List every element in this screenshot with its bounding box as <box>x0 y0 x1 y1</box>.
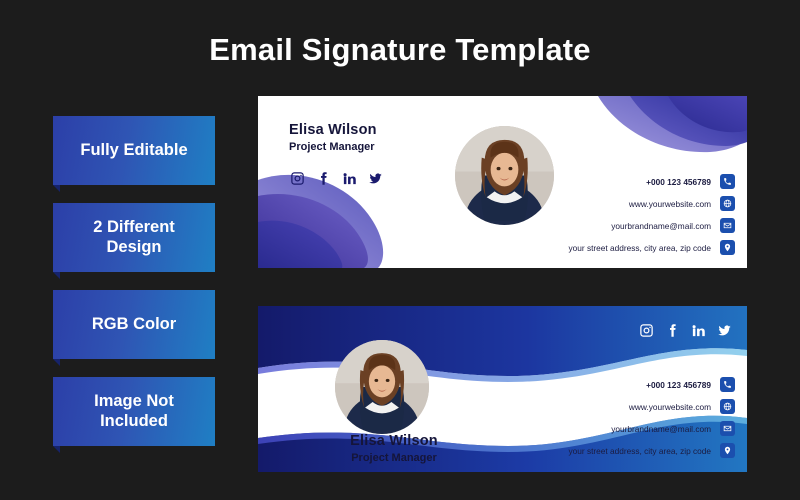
contact-website-text: www.yourwebsite.com <box>628 198 711 209</box>
contact-row-website: www.yourwebsite.com <box>569 196 735 211</box>
instagram-icon[interactable] <box>638 322 655 339</box>
contact-list: +000 123 456789 www.yourwebsite.com your… <box>568 174 735 262</box>
avatar-photo <box>455 126 554 225</box>
location-icon[interactable] <box>720 443 735 458</box>
globe-icon[interactable] <box>720 196 735 211</box>
instagram-icon[interactable] <box>289 170 306 187</box>
feature-badge-two-designs: 2 Different Design <box>53 203 215 279</box>
contact-email-text: yourbrandname@mail.com <box>611 423 711 434</box>
contact-address-text: your street address, city area, zip code <box>568 445 712 456</box>
twitter-icon[interactable] <box>716 322 733 339</box>
page-title: Email Signature Template <box>209 32 591 67</box>
avatar-photo <box>335 340 429 434</box>
mail-icon[interactable] <box>720 421 735 436</box>
facebook-icon[interactable] <box>664 322 681 339</box>
feature-badge-fully-editable: Fully Editable <box>53 116 215 192</box>
contact-row-email: yourbrandname@mail.com <box>569 421 735 436</box>
signature-name: Elisa Wilson <box>350 433 438 449</box>
signature-role: Project Manager <box>351 452 437 464</box>
feature-badge-image-not-included: Image Not Included <box>53 377 215 453</box>
badge-label: 2 Different Design <box>93 218 175 256</box>
facebook-icon[interactable] <box>315 170 332 187</box>
contact-row-address: your street address, city area, zip code <box>568 443 735 458</box>
contact-row-phone: +000 123 456789 <box>569 377 735 392</box>
contact-row-email: yourbrandname@mail.com <box>569 218 735 233</box>
mail-icon[interactable] <box>720 218 735 233</box>
phone-icon[interactable] <box>720 377 735 392</box>
globe-icon[interactable] <box>720 399 735 414</box>
contact-list: +000 123 456789 www.yourwebsite.com your… <box>568 377 735 465</box>
badge-label: RGB Color <box>91 314 177 333</box>
badge-label: Fully Editable <box>80 140 188 159</box>
social-links-row <box>289 170 384 187</box>
contact-phone-text: +000 123 456789 <box>646 176 711 187</box>
social-links-row <box>638 322 733 339</box>
contact-phone-text: +000 123 456789 <box>646 379 711 390</box>
linkedin-icon[interactable] <box>341 170 358 187</box>
contact-website-text: www.yourwebsite.com <box>628 401 711 412</box>
feature-badge-rgb-color: RGB Color <box>53 290 215 366</box>
signature-name: Elisa Wilson <box>289 122 377 138</box>
poster-root: Email Signature Template Fully Editable … <box>0 0 800 500</box>
avatar <box>335 340 429 434</box>
location-icon[interactable] <box>720 240 735 255</box>
avatar <box>455 126 554 225</box>
contact-address-text: your street address, city area, zip code <box>568 242 712 253</box>
badge-label: Image Not Included <box>94 392 174 430</box>
signature-card-design-1: Elisa Wilson Project Manager +000 123 45… <box>258 96 747 268</box>
contact-row-address: your street address, city area, zip code <box>568 240 735 255</box>
contact-email-text: yourbrandname@mail.com <box>611 220 711 231</box>
contact-row-phone: +000 123 456789 <box>569 174 735 189</box>
phone-icon[interactable] <box>720 174 735 189</box>
feature-badge-list: Fully Editable 2 Different Design RGB Co… <box>53 116 215 464</box>
linkedin-icon[interactable] <box>690 322 707 339</box>
signature-role: Project Manager <box>289 141 375 153</box>
twitter-icon[interactable] <box>367 170 384 187</box>
contact-row-website: www.yourwebsite.com <box>569 399 735 414</box>
signature-card-design-2: Elisa Wilson Project Manager +000 123 45… <box>258 306 747 472</box>
